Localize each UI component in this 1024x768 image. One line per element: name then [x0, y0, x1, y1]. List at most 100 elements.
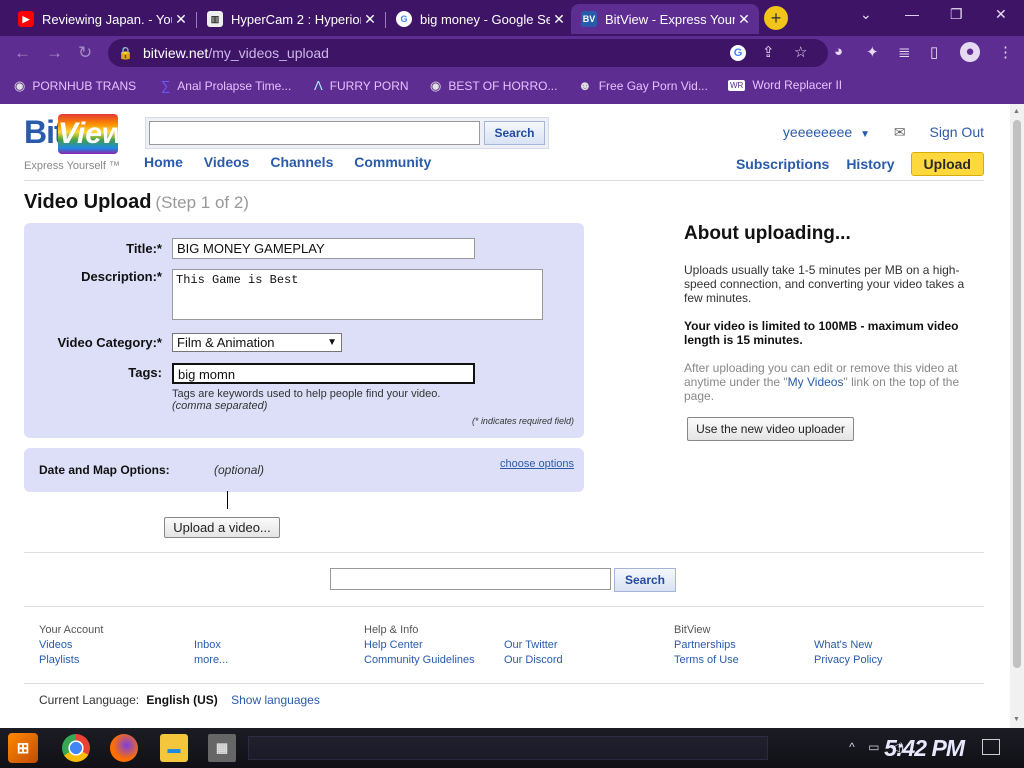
reload-icon[interactable]: ↻ — [78, 43, 92, 63]
footer-heading: Help & Info — [364, 624, 419, 636]
logo-tagline: Express Yourself ™ — [24, 160, 120, 172]
firefox-icon[interactable] — [110, 734, 138, 762]
date-map-optional: (optional) — [214, 463, 265, 477]
extensions-puzzle-icon[interactable]: ✦ — [866, 43, 879, 61]
scroll-up-icon[interactable]: ▲ — [1013, 108, 1020, 115]
footer-link-videos[interactable]: Videos — [39, 638, 103, 653]
scroll-down-icon[interactable]: ▼ — [1013, 716, 1020, 723]
user-area: yeeeeeeee ▼ ✉ Sign Out — [783, 124, 984, 141]
bookmark-item[interactable]: ∑ Anal Prolapse Time... — [161, 78, 291, 93]
tab-bitview[interactable]: BV BitView - Express Yourself ✕ — [571, 4, 759, 34]
forward-icon[interactable]: → — [46, 43, 63, 63]
bookmark-icon: ∑ — [161, 78, 171, 93]
globe-icon: ◉ — [14, 78, 26, 93]
history-link[interactable]: History — [846, 156, 894, 172]
my-videos-link[interactable]: My Videos — [788, 375, 844, 389]
bookmark-item[interactable]: WR Word Replacer II — [728, 78, 842, 92]
close-window-icon[interactable]: ✕ — [995, 6, 1007, 23]
footer-bitview: BitView Partnerships Terms of Use — [674, 623, 739, 668]
close-icon[interactable]: ✕ — [550, 11, 568, 28]
url-host: bitview.net — [142, 45, 209, 61]
new-uploader-button[interactable]: Use the new video uploader — [687, 417, 854, 441]
close-icon[interactable]: ✕ — [735, 11, 753, 28]
tab-hypercam[interactable]: ▥ HyperCam 2 : Hyperionics ✕ — [197, 4, 385, 34]
nav-home[interactable]: Home — [144, 154, 183, 170]
subscriptions-link[interactable]: Subscriptions — [736, 156, 829, 172]
hypercam-icon[interactable]: ▦ — [208, 734, 236, 762]
media-icon[interactable]: ≣ — [898, 43, 911, 61]
footer-link-more[interactable]: more... — [194, 653, 228, 668]
chrome-icon[interactable] — [62, 734, 90, 762]
footer-link-discord[interactable]: Our Discord — [504, 653, 563, 668]
footer-link-playlists[interactable]: Playlists — [39, 653, 103, 668]
side-panel-icon[interactable]: ▯ — [930, 43, 938, 61]
footer-link-terms[interactable]: Terms of Use — [674, 653, 739, 668]
upload-button[interactable]: Upload — [910, 152, 984, 176]
start-button-icon[interactable]: ⊞ — [8, 733, 38, 763]
bookmark-star-icon[interactable]: ☆ — [794, 43, 807, 61]
bookmark-item[interactable]: ☻ Free Gay Porn Vid... — [578, 78, 708, 93]
tags-input[interactable]: big momn — [172, 363, 475, 384]
file-explorer-icon[interactable]: ▬ — [160, 734, 188, 762]
description-textarea[interactable]: This Game is Best — [172, 269, 543, 320]
bookmark-item[interactable]: ◉ BEST OF HORRO... — [430, 78, 557, 94]
address-bar[interactable]: 🔒 bitview.net/my_videos_upload — [108, 39, 828, 67]
bookmark-icon: ☻ — [578, 78, 592, 93]
title-input[interactable]: BIG MONEY GAMEPLAY — [172, 238, 475, 259]
footer-link-inbox[interactable]: Inbox — [194, 638, 228, 653]
page-scrollbar[interactable]: ▲ ▼ — [1010, 104, 1024, 728]
caret-down-icon[interactable]: ▼ — [860, 129, 870, 140]
tags-hint-comma: (comma separated) — [172, 400, 268, 412]
bookmark-item[interactable]: ◉ PORNHUB TRANS — [14, 78, 136, 94]
new-tab-button[interactable]: + — [764, 6, 788, 30]
chevron-down-icon: ▼ — [327, 337, 337, 348]
bookmark-item[interactable]: Λ FURRY PORN — [314, 78, 409, 93]
tab-search-icon[interactable]: ⌄ — [860, 6, 872, 23]
category-select[interactable]: Film & Animation ▼ — [172, 333, 342, 352]
about-heading: About uploading... — [684, 223, 851, 244]
footer-your-account: Your Account Videos Playlists — [39, 623, 103, 668]
share-icon[interactable]: ⇪ — [762, 43, 775, 61]
taskbar-clock[interactable]: 5:42 PM — [884, 735, 965, 762]
category-label: Video Category:* — [57, 335, 162, 350]
language-value: English (US) — [146, 693, 218, 707]
footer-link-guidelines[interactable]: Community Guidelines — [364, 653, 475, 668]
footer-search-input[interactable] — [330, 568, 611, 590]
extension-avatar-icon[interactable]: ◕ — [834, 43, 843, 60]
upload-video-button[interactable]: Upload a video... — [164, 517, 280, 538]
header-search-button[interactable]: Search — [484, 121, 545, 145]
tags-label: Tags: — [128, 365, 162, 380]
header-search-input[interactable] — [149, 121, 480, 145]
nav-community[interactable]: Community — [354, 154, 431, 170]
network-icon[interactable]: ▭ — [868, 740, 879, 754]
google-lens-icon[interactable]: G — [730, 45, 746, 61]
close-icon[interactable]: ✕ — [172, 11, 190, 28]
footer-link-twitter[interactable]: Our Twitter — [504, 638, 563, 653]
restore-icon[interactable]: ❐ — [950, 6, 963, 23]
username-dropdown[interactable]: yeeeeeeee — [783, 124, 852, 140]
back-icon[interactable]: ← — [14, 43, 31, 63]
nav-videos[interactable]: Videos — [204, 154, 250, 170]
notification-icon[interactable] — [982, 739, 1000, 755]
bookmark-label: FURRY PORN — [329, 78, 409, 93]
footer-search-button[interactable]: Search — [614, 568, 676, 592]
profile-icon[interactable]: ● — [960, 42, 980, 62]
choose-options-link[interactable]: choose options — [500, 458, 574, 470]
show-languages-link[interactable]: Show languages — [231, 693, 320, 707]
tab-google[interactable]: G big money - Google Search ✕ — [386, 4, 574, 34]
minimize-icon[interactable]: — — [905, 6, 919, 22]
tab-title: big money - Google Search — [420, 11, 550, 27]
menu-kebab-icon[interactable]: ⋮ — [998, 43, 1013, 61]
footer-link-help-center[interactable]: Help Center — [364, 638, 475, 653]
sign-out-link[interactable]: Sign Out — [930, 124, 984, 140]
tab-youtube[interactable]: ▶ Reviewing Japan. - YouTube ✕ — [8, 4, 196, 34]
footer-link-partnerships[interactable]: Partnerships — [674, 638, 739, 653]
footer-link-whats-new[interactable]: What's New — [814, 638, 882, 653]
globe-icon: ◉ — [430, 78, 442, 93]
mail-icon[interactable]: ✉ — [894, 124, 906, 140]
close-icon[interactable]: ✕ — [361, 11, 379, 28]
footer-link-privacy[interactable]: Privacy Policy — [814, 653, 882, 668]
scrollbar-thumb[interactable] — [1013, 120, 1021, 668]
chevron-up-icon[interactable]: ^ — [849, 740, 855, 754]
nav-channels[interactable]: Channels — [270, 154, 333, 170]
